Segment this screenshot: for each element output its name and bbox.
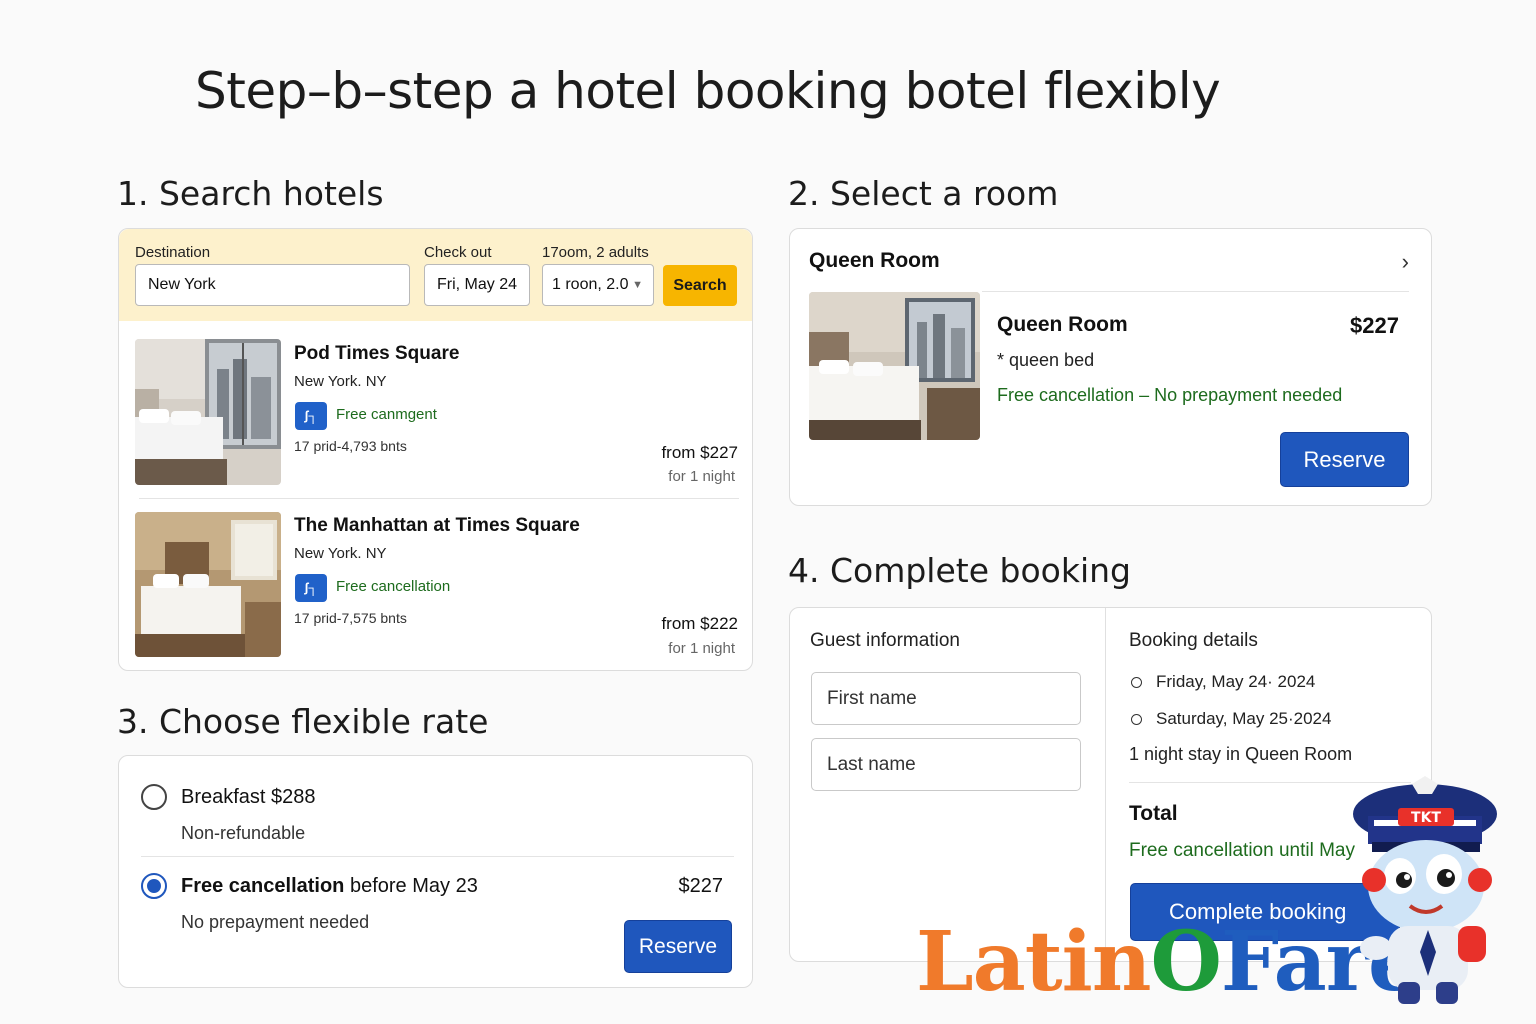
rooms-label: 17oom, 2 adults	[542, 244, 649, 261]
room-free-cancellation: Free cancellation – No prepayment needed	[997, 385, 1343, 405]
hotel-price: from $227	[661, 443, 738, 462]
booking-section-title: 4. Complete booking	[788, 551, 1131, 590]
hotel-photo[interactable]	[135, 339, 281, 485]
hotel-name[interactable]: Pod Times Square	[294, 343, 459, 365]
caret-down-icon: ▼	[632, 279, 643, 291]
logo-o: O	[1150, 914, 1221, 1010]
hotel-city: New York. NY	[294, 545, 387, 562]
rate-option-rest: before May 23	[344, 875, 478, 897]
rate-option-bold: Free cancellation	[181, 875, 345, 897]
divider	[982, 291, 1409, 292]
free-cancellation-text: Free canmgent	[336, 406, 437, 423]
hotel-price-note: for 1 night	[668, 468, 735, 485]
divider	[139, 498, 739, 499]
divider	[141, 856, 734, 857]
rate-card: Breakfast $288 Non-refundable Free cance…	[118, 755, 753, 988]
stay-summary: 1 night stay in Queen Room	[1129, 744, 1353, 764]
hotel-price: from $222	[661, 614, 738, 633]
last-name-input[interactable]: Last name	[811, 738, 1081, 791]
room-card: Queen Room › Queen Room $227 * queen bed…	[789, 228, 1432, 506]
room-name: Queen Room	[997, 313, 1128, 336]
hotel-city: New York. NY	[294, 373, 387, 390]
rate-option-radio-selected[interactable]	[141, 873, 167, 899]
rate-reserve-button[interactable]: Reserve	[624, 920, 732, 973]
chevron-right-icon[interactable]: ›	[1402, 249, 1409, 275]
search-section-title: 1. Search hotels	[117, 174, 384, 213]
room-section-title: 2. Select a room	[788, 174, 1059, 213]
page-title: Step–b–step a hotel booking botel flexib…	[195, 62, 1221, 120]
booking-card: Guest information First name Last name B…	[789, 607, 1432, 962]
hotel-name[interactable]: The Manhattan at Times Square	[294, 515, 580, 537]
checkout-label: Check out	[424, 244, 492, 261]
free-cancellation-text: Free cancellation	[336, 578, 451, 595]
rooms-select[interactable]: 1 roon, 2.0 ▼	[542, 264, 654, 306]
rate-option-sub: No prepayment needed	[181, 912, 370, 932]
total-label: Total	[1129, 802, 1178, 825]
mascot-pilot-icon: TKT	[1353, 776, 1497, 1004]
room-reserve-button[interactable]: Reserve	[1280, 432, 1409, 487]
room-card-header[interactable]: Queen Room	[809, 249, 940, 273]
destination-input[interactable]: New York	[135, 264, 410, 306]
rooms-select-value: 1 roon, 2.0	[552, 276, 629, 293]
total-free-cancellation: Free cancellation until May	[1129, 840, 1355, 861]
rate-option-sub: Non-refundable	[181, 823, 306, 843]
checkout-date: Saturday, May 25·2024	[1156, 709, 1332, 728]
destination-label: Destination	[135, 244, 211, 261]
room-price: $227	[1350, 313, 1399, 338]
checkin-date: Friday, May 24· 2024	[1156, 672, 1316, 691]
checkout-dot-icon	[1131, 714, 1142, 725]
logo-latin: Latin	[916, 914, 1151, 1010]
search-button[interactable]: Search	[663, 265, 737, 306]
first-name-input[interactable]: First name	[811, 672, 1081, 725]
search-bar: Destination New York Check out Fri, May …	[119, 229, 752, 321]
rate-option-radio[interactable]	[141, 784, 167, 810]
booking-details-heading: Booking details	[1129, 630, 1258, 651]
hotel-reviews: 17 prid-4,793 bnts	[294, 438, 407, 454]
room-bed-type: * queen bed	[997, 350, 1095, 370]
checkout-field[interactable]: Fri, May 24	[424, 264, 530, 306]
column-divider	[1105, 608, 1106, 961]
free-cancellation-icon: ʃ┐	[295, 402, 327, 430]
rate-option-price: $227	[678, 875, 724, 897]
rate-section-title: 3. Choose flexible rate	[117, 702, 489, 741]
rate-option-label[interactable]: Free cancellation before May 23	[181, 875, 478, 898]
room-photo[interactable]	[809, 292, 980, 440]
guest-info-heading: Guest information	[810, 630, 960, 651]
hotel-reviews: 17 prid-7,575 bnts	[294, 610, 407, 626]
free-cancellation-icon: ʃ┐	[295, 574, 327, 602]
checkin-dot-icon	[1131, 677, 1142, 688]
rate-option-label[interactable]: Breakfast $288	[181, 786, 316, 809]
mascot-cap-text: TKT	[1411, 810, 1441, 826]
search-card: Destination New York Check out Fri, May …	[118, 228, 753, 671]
hotel-photo[interactable]	[135, 512, 281, 657]
hotel-price-note: for 1 night	[668, 640, 735, 657]
